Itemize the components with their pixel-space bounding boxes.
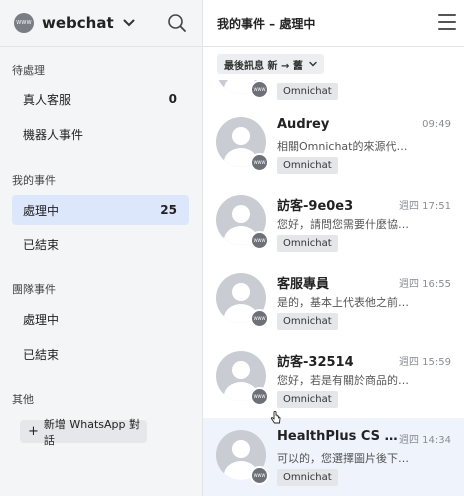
hamburger-menu-icon[interactable] <box>438 14 456 30</box>
contact-name: Audrey <box>277 117 330 132</box>
pointer-cursor-icon <box>270 411 282 428</box>
list-item[interactable]: WWW 訪客-32514 週四 15:59 您好，若是有關於商品的… Omnic… <box>203 343 464 421</box>
channel-tag: Omnichat <box>277 83 338 100</box>
sidebar-item-count: 0 <box>168 92 177 106</box>
sidebar-item-team-closed[interactable]: 已結束 <box>12 339 189 369</box>
last-message-preview: 相關Omnichat的來源代… <box>277 140 408 153</box>
sidebar-item-my-in-progress[interactable]: 處理中 25 <box>12 195 189 225</box>
sidebar-item-label: 處理中 <box>23 203 60 218</box>
last-message-time: 週四 15:59 <box>399 357 451 368</box>
section-title-pending: 待處理 <box>12 64 45 77</box>
search-icon[interactable] <box>166 12 188 34</box>
channel-tag: Omnichat <box>277 469 338 486</box>
last-message-preview: 您好，請問您需要什麼協… <box>277 218 409 231</box>
channel-tag: Omnichat <box>277 235 338 252</box>
last-message-time: 週四 14:34 <box>399 435 451 446</box>
section-title-other: 其他 <box>12 393 34 406</box>
webchat-channel-icon: WWW <box>250 309 269 328</box>
conversation-list[interactable]: WWW Omnichat WWW Audrey 09:49 相關Omnichat… <box>203 80 464 496</box>
sidebar-item-count: 25 <box>160 203 177 217</box>
add-whatsapp-label: 新增 WhatsApp 對話 <box>43 417 141 447</box>
list-item-selected[interactable]: WWW HealthPlus CS … 週四 14:34 可以的，您選擇圖片後下… <box>203 418 464 496</box>
sidebar-item-label: 已結束 <box>23 237 60 252</box>
app-window: WWW webchat 待處理 真人客服 0 機器人事件 我的事件 處理中 25… <box>0 0 464 496</box>
contact-name: HealthPlus CS … <box>277 429 397 444</box>
sort-dropdown[interactable]: 最後訊息 新 → 舊 <box>217 54 324 74</box>
conversation-panel: 我的事件 – 處理中 WWW Omnichat WWW Audrey 09:49… <box>203 0 464 496</box>
sidebar-item-my-closed[interactable]: 已結束 <box>12 229 189 259</box>
sidebar-item-live-agent[interactable]: 真人客服 0 <box>12 84 189 114</box>
contact-name: 客服專員 <box>277 277 330 292</box>
last-message-time: 週四 16:55 <box>399 279 451 290</box>
contact-name: 訪客-32514 <box>277 355 354 370</box>
webchat-channel-icon: WWW <box>250 231 269 250</box>
chevron-down-icon[interactable] <box>123 16 137 30</box>
chevron-down-icon <box>309 60 317 69</box>
webchat-channel-icon: WWW <box>250 80 269 99</box>
channel-tag: Omnichat <box>277 157 338 174</box>
webchat-channel-icon: WWW <box>250 466 269 485</box>
section-title-my-events: 我的事件 <box>12 174 56 187</box>
panel-header: 我的事件 – 處理中 <box>203 0 464 47</box>
sort-label: 最後訊息 新 → 舊 <box>224 60 303 72</box>
add-whatsapp-conversation-button[interactable]: + 新增 WhatsApp 對話 <box>20 418 147 447</box>
list-item[interactable]: WWW 訪客-9e0e3 週四 17:51 您好，請問您需要什麼協… Omnic… <box>203 187 464 265</box>
webchat-channel-icon: WWW <box>250 387 269 406</box>
list-item-partial[interactable]: WWW Omnichat <box>203 80 464 100</box>
last-message-preview: 可以的，您選擇圖片後下… <box>277 452 409 465</box>
last-message-time: 09:49 <box>422 119 451 130</box>
webchat-channel-icon: WWW <box>250 153 269 172</box>
sidebar-item-team-in-progress[interactable]: 處理中 <box>12 304 189 334</box>
last-message-preview: 是的，基本上代表他之前… <box>277 296 409 309</box>
workspace-name: webchat <box>42 14 114 32</box>
contact-name: 訪客-9e0e3 <box>277 199 354 214</box>
sidebar-item-label: 機器人事件 <box>23 127 84 142</box>
last-message-preview: 您好，若是有關於商品的… <box>277 374 409 387</box>
channel-tag: Omnichat <box>277 391 338 408</box>
sidebar-item-label: 真人客服 <box>23 92 72 107</box>
list-item[interactable]: WWW Audrey 09:49 相關Omnichat的來源代… Omnicha… <box>203 109 464 187</box>
page-title: 我的事件 – 處理中 <box>217 16 316 31</box>
sidebar-item-bot-events[interactable]: 機器人事件 <box>12 119 189 149</box>
plus-icon: + <box>28 424 39 439</box>
channel-tag: Omnichat <box>277 313 338 330</box>
workspace-logo: WWW <box>14 13 34 33</box>
last-message-time: 週四 17:51 <box>399 201 451 212</box>
list-item[interactable]: WWW 客服專員 週四 16:55 是的，基本上代表他之前… Omnichat <box>203 265 464 343</box>
sidebar: WWW webchat 待處理 真人客服 0 機器人事件 我的事件 處理中 25… <box>0 0 203 496</box>
sidebar-item-label: 已結束 <box>23 347 60 362</box>
sidebar-item-label: 處理中 <box>23 312 60 327</box>
section-title-team-events: 團隊事件 <box>12 283 56 296</box>
